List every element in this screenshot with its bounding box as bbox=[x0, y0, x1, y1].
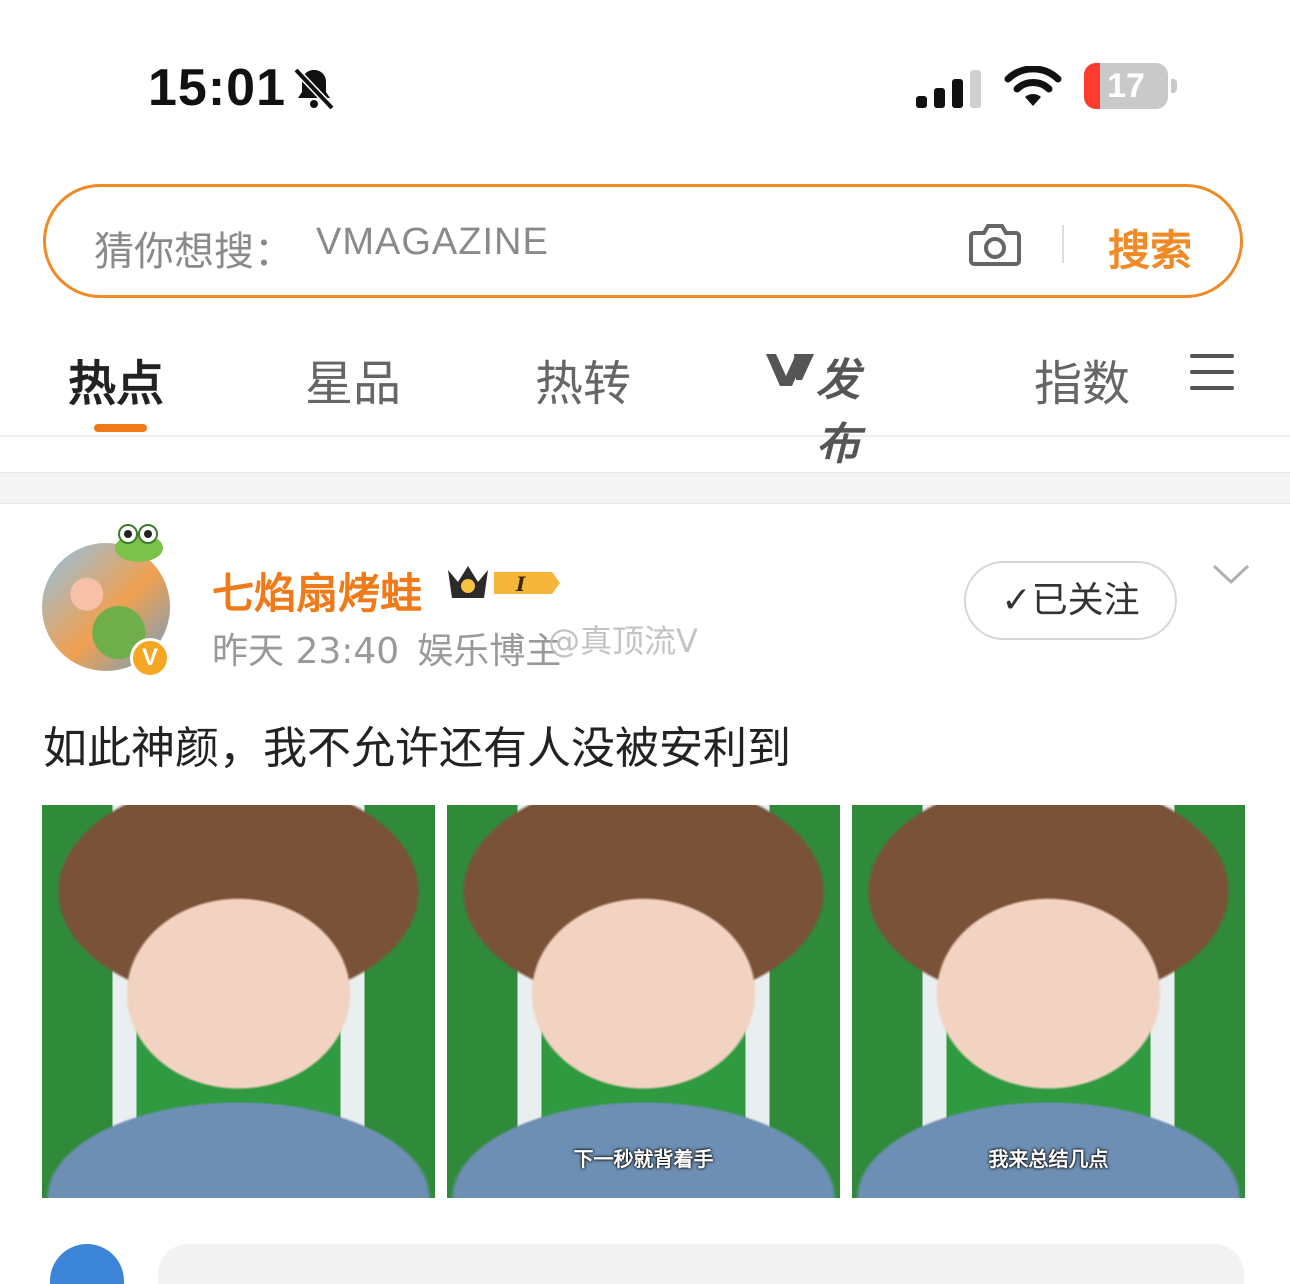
follow-button[interactable]: ✓已关注 bbox=[964, 561, 1177, 640]
post-meta: 昨天 23:40 娱乐博主 bbox=[212, 622, 561, 674]
active-tab-indicator bbox=[94, 424, 147, 432]
status-time: 15:01 bbox=[148, 59, 286, 117]
next-post-avatar[interactable] bbox=[50, 1244, 124, 1284]
tab-hot-repost[interactable]: 热转 bbox=[535, 344, 631, 414]
post-image-2[interactable]: 下一秒就背着手 bbox=[447, 805, 840, 1198]
tab-v-publish[interactable]: 发布 bbox=[764, 344, 894, 470]
tab-bar: 热点 星品 热转 发布 指数 bbox=[0, 318, 1290, 470]
watermark: @真顶流V bbox=[548, 622, 698, 660]
image-caption: 我来总结几点 bbox=[988, 1147, 1109, 1171]
tab-index[interactable]: 指数 bbox=[1034, 344, 1130, 414]
search-button[interactable]: 搜索 bbox=[1108, 217, 1192, 278]
bell-muted-icon bbox=[293, 67, 335, 110]
chevron-down-icon[interactable] bbox=[1212, 562, 1250, 586]
battery-indicator: 17 bbox=[1084, 63, 1168, 109]
menu-icon[interactable] bbox=[1190, 354, 1234, 390]
image-caption: 下一秒就背着手 bbox=[573, 1147, 714, 1171]
post-source: 娱乐博主 bbox=[417, 631, 562, 672]
verified-badge-icon: V bbox=[130, 638, 170, 678]
camera-icon[interactable] bbox=[968, 221, 1022, 267]
search-suggestion[interactable]: VMAGAZINE bbox=[316, 221, 549, 264]
tab-hot[interactable]: 热点 bbox=[68, 344, 164, 414]
crown-level-badge-icon: I bbox=[448, 566, 560, 598]
post-image-1[interactable] bbox=[42, 805, 435, 1198]
post-time: 昨天 23:40 bbox=[212, 631, 400, 672]
cellular-signal-icon bbox=[916, 70, 981, 108]
tab-star-products[interactable]: 星品 bbox=[305, 344, 401, 414]
wifi-icon bbox=[1004, 66, 1062, 106]
search-divider bbox=[1062, 225, 1064, 263]
search-bar[interactable]: 猜你想搜： VMAGAZINE 搜索 bbox=[43, 184, 1243, 298]
post-image-3[interactable]: 我来总结几点 bbox=[852, 805, 1245, 1198]
section-divider bbox=[0, 472, 1290, 504]
post-text: 如此神颜，我不允许还有人没被安利到 bbox=[43, 723, 791, 774]
battery-cap bbox=[1171, 79, 1177, 93]
badge-level: I bbox=[515, 572, 526, 596]
tab-v-publish-label: 发布 bbox=[816, 355, 860, 470]
frog-decoration-icon bbox=[115, 524, 163, 562]
battery-percent: 17 bbox=[1107, 67, 1145, 105]
search-prefix: 猜你想搜： bbox=[94, 229, 294, 275]
v-logo-icon bbox=[766, 354, 814, 386]
comment-input[interactable] bbox=[158, 1244, 1244, 1284]
username[interactable]: 七焰扇烤蛙 bbox=[212, 560, 422, 621]
